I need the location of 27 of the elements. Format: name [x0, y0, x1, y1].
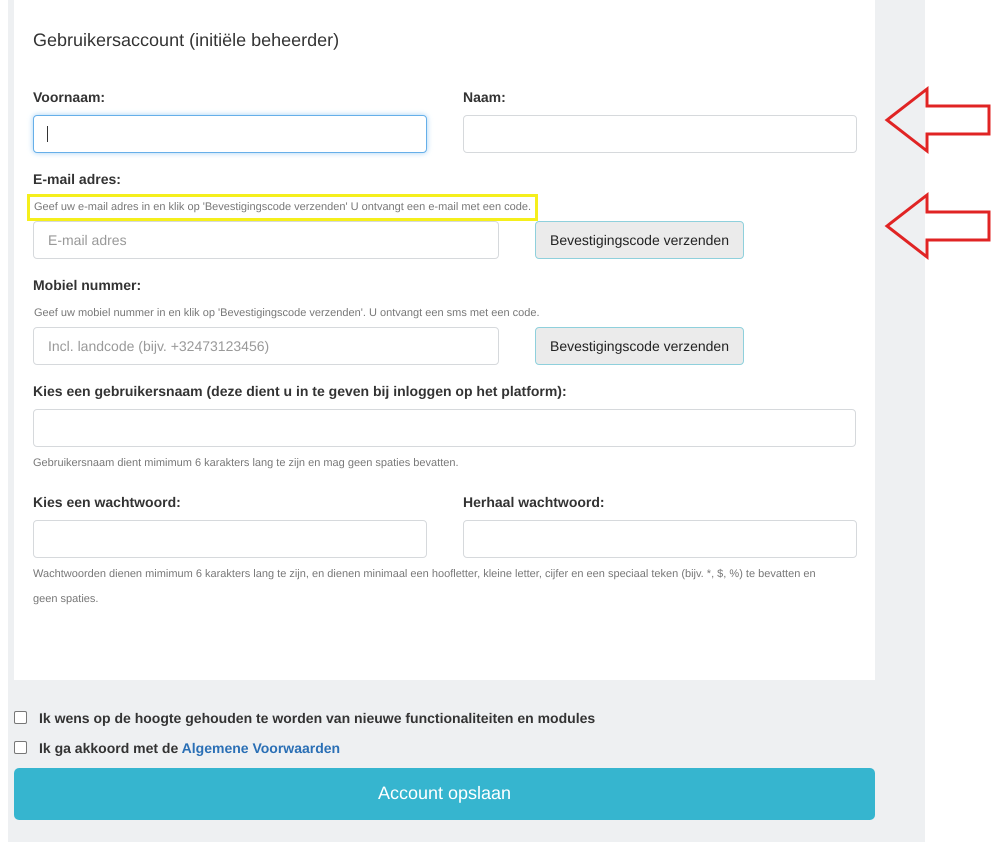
send-code-button[interactable]: Bevestigingscode verzenden: [535, 220, 744, 259]
field-label: Kies een gebruikersnaam (deze dient u in te geven bij inloggen op het platform):: [33, 382, 568, 399]
section-title: Gebruikersaccount (initiële beheerder): [33, 30, 340, 51]
text-field[interactable]: [463, 115, 857, 153]
text-field[interactable]: [33, 520, 427, 558]
text-field[interactable]: E-mail adres: [33, 220, 499, 259]
checkbox-label: Ik ga akkoord met de Algemene Voorwaarden: [39, 740, 340, 756]
highlighted-help-text: Geef uw e-mail adres in en klik op 'Bevestigingscode verzenden' U ontvangt een e-mail met een code.: [27, 194, 538, 221]
help-text: Wachtwoorden dienen mimimum 6 karakters lang te zijn, en dienen minimaal een hoofletter, kleine letter, cijfer en een speciaal teken (bijv. *, $, %) te bevatten en geen spaties.: [33, 566, 817, 607]
text-field[interactable]: [33, 115, 427, 153]
field-label: Kies een wachtwoord:: [33, 494, 182, 510]
help-text: Geef uw mobiel nummer in en klik op 'Bevestigingscode verzenden'. U ontvangt een sms met een code.: [33, 306, 541, 321]
text-field[interactable]: Incl. landcode (bijv. +32473123456): [33, 326, 499, 365]
field-label: Naam:: [463, 89, 507, 105]
send-code-button[interactable]: Bevestigingscode verzenden: [535, 326, 744, 365]
field-label: Herhaal wachtwoord:: [463, 494, 606, 510]
checkbox[interactable]: [14, 711, 27, 724]
field-label: E-mail adres:: [33, 171, 122, 187]
checkbox-label: Ik wens op de hoogte gehouden te worden van nieuwe functionaliteiten en modules: [39, 710, 596, 726]
text-field[interactable]: [463, 520, 857, 558]
field-label: Mobiel nummer:: [33, 276, 142, 293]
checkbox[interactable]: [14, 741, 27, 754]
help-text: Gebruikersnaam dient mimimum 6 karakters lang te zijn en mag geen spaties bevatten.: [33, 456, 460, 471]
text-cursor: [47, 126, 48, 142]
text-field[interactable]: [33, 408, 856, 447]
terms-link[interactable]: Algemene Voorwaarden: [182, 740, 340, 756]
field-label: Voornaam:: [33, 89, 106, 105]
